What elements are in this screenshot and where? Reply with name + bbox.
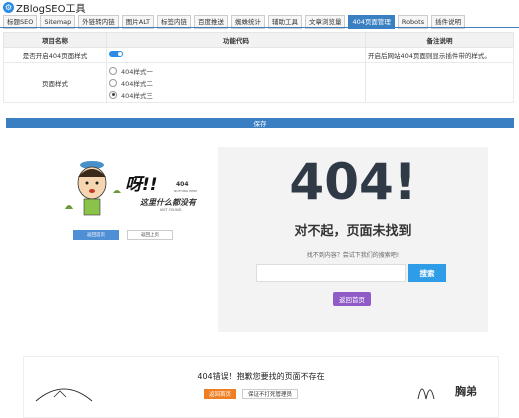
option-label: 404样式二 <box>121 79 153 88</box>
preview2-search-input[interactable] <box>256 264 406 282</box>
preview1-prev-button[interactable]: 返回上页 <box>127 230 173 240</box>
preview3-signature: 胸弟 <box>455 385 477 398</box>
preview1-heading: 呀!! <box>125 175 158 195</box>
radio-checked-icon[interactable] <box>109 90 117 99</box>
preview2-home-button[interactable]: 返回首页 <box>333 292 371 306</box>
enable-404-toggle[interactable] <box>109 51 123 57</box>
header-notes: 备注说明 <box>365 32 514 48</box>
app-header: ⚙ ZBlogSEO工具 <box>0 0 519 15</box>
header-function-code: 功能代码 <box>106 32 366 48</box>
preview2-404: 404! <box>289 153 417 211</box>
row1-name: 是否开启404页面样式 <box>3 47 107 63</box>
preview2-panel: 404! 对不起，页面未找到 找不到内容？尝试下我们的搜索吧! 搜索 返回首页 <box>218 147 488 332</box>
save-button[interactable]: 保存 <box>6 118 514 128</box>
preview3-report-button[interactable]: 保证不打死管理员 <box>242 389 298 399</box>
preview2-hint: 找不到内容？尝试下我们的搜索吧! <box>306 252 400 259</box>
preview2-search-button[interactable]: 搜索 <box>408 264 446 282</box>
style-option-1[interactable]: 404样式一 <box>109 65 363 77</box>
radio-icon[interactable] <box>109 66 117 75</box>
header-item-name: 项目名称 <box>3 32 107 48</box>
preview1-subtitle-en: NOT FOUND <box>160 208 182 212</box>
preview3-panel: 404错误！抱歉您要找的页面不存在 返回首页 保证不打死管理员 <box>23 356 499 418</box>
settings-gear-icon: ⚙ <box>3 1 14 13</box>
preview1-home-button[interactable]: 返回首页 <box>73 230 119 240</box>
row2-note <box>365 62 514 103</box>
sketch-figure-illustration <box>417 388 435 400</box>
preview1-caption: NOTHING HERE <box>174 189 198 193</box>
row2-name: 页面样式 <box>3 62 107 103</box>
row1-note: 开启后网站404页面则显示插件带的样式。 <box>365 47 514 63</box>
preview3-home-button[interactable]: 返回首页 <box>204 389 236 399</box>
option-label: 404样式三 <box>121 91 153 100</box>
preview1-code: 404 <box>176 181 189 188</box>
option-label: 404样式一 <box>121 67 153 76</box>
style-option-2[interactable]: 404样式二 <box>109 77 363 89</box>
sketch-face-illustration <box>35 388 93 402</box>
radio-icon[interactable] <box>109 78 117 87</box>
style-option-3[interactable]: 404样式三 <box>109 89 363 101</box>
preview2-sorry: 对不起，页面未找到 <box>294 224 412 239</box>
row1-code-cell <box>106 47 366 63</box>
app-title: ZBlogSEO工具 <box>16 3 86 15</box>
settings-table: 项目名称 功能代码 备注说明 是否开启404页面样式 开启后网站404页面则显示… <box>3 32 514 103</box>
tab-divider <box>0 27 519 28</box>
preview1-subtitle: 这里什么都没有 <box>140 198 196 207</box>
row2-options: 404样式一 404样式二 404样式三 <box>106 62 366 103</box>
